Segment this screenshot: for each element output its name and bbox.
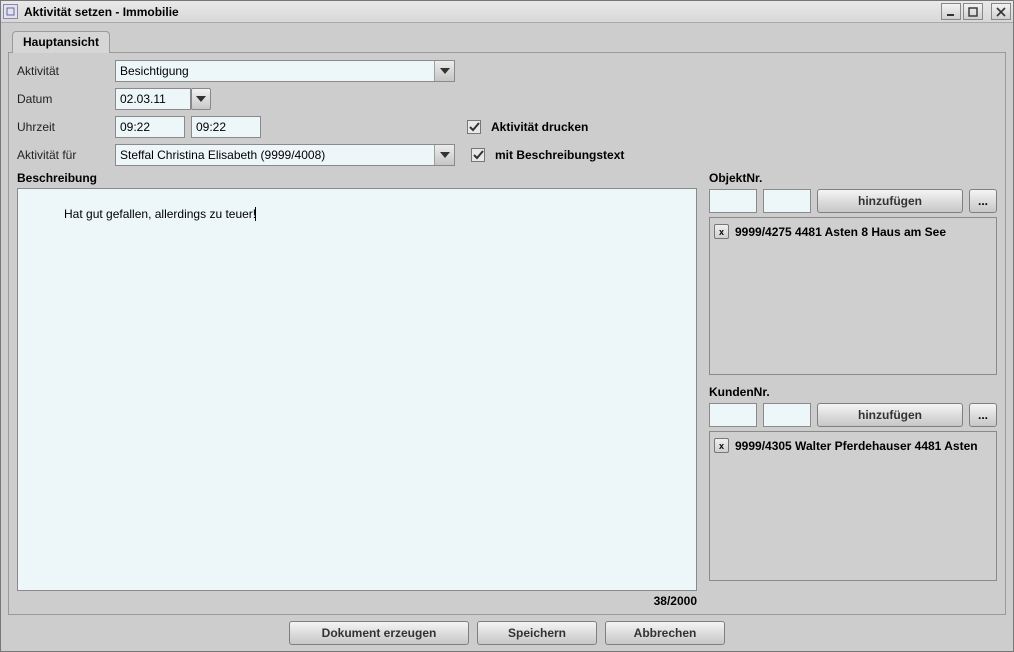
titlebar: Aktivität setzen - Immobilie xyxy=(1,1,1013,23)
window-title: Aktivität setzen - Immobilie xyxy=(24,5,941,19)
row-aktivitaet-fuer: Aktivität für Steffal Christina Elisabet… xyxy=(17,143,997,167)
x-icon: x xyxy=(719,227,724,237)
objekt-hinzufuegen-button[interactable]: hinzufügen xyxy=(817,189,963,213)
aktivitaet-value: Besichtigung xyxy=(120,64,189,78)
checkbox-drucken[interactable] xyxy=(467,120,481,134)
tab-hauptansicht[interactable]: Hauptansicht xyxy=(12,31,110,53)
remove-item-button[interactable]: x xyxy=(714,438,729,453)
form-area: Aktivität Besichtigung Datum xyxy=(17,59,997,167)
list-item-text: 9999/4305 Walter Pferdehauser 4481 Asten xyxy=(735,439,978,453)
list-item-text: 9999/4275 4481 Asten 8 Haus am See xyxy=(735,225,946,239)
dokument-erzeugen-button[interactable]: Dokument erzeugen xyxy=(289,621,469,645)
tabstrip: Hauptansicht xyxy=(8,31,1006,53)
aktivitaet-fuer-dropdown[interactable]: Steffal Christina Elisabeth (9999/4008) xyxy=(115,144,455,166)
client-area: Hauptansicht Aktivität Besichtigung Datu… xyxy=(1,23,1013,651)
uhrzeit-from-input[interactable] xyxy=(115,116,185,138)
kunden-listbox[interactable]: x 9999/4305 Walter Pferdehauser 4481 Ast… xyxy=(709,431,997,581)
label-beschreibung: Beschreibung xyxy=(17,171,697,185)
objekt-num2-input[interactable] xyxy=(763,189,811,213)
chevron-down-icon[interactable] xyxy=(434,145,454,165)
objekt-num1-input[interactable] xyxy=(709,189,757,213)
aktivitaet-dropdown[interactable]: Besichtigung xyxy=(115,60,455,82)
columns: Beschreibung Hat gut gefallen, allerding… xyxy=(17,171,997,608)
label-datum: Datum xyxy=(17,92,109,106)
kunden-hinzufuegen-button[interactable]: hinzufügen xyxy=(817,403,963,427)
close-button[interactable] xyxy=(991,3,1011,20)
abbrechen-button[interactable]: Abbrechen xyxy=(605,621,725,645)
chevron-down-icon[interactable] xyxy=(434,61,454,81)
label-drucken: Aktivität drucken xyxy=(491,120,588,134)
row-uhrzeit: Uhrzeit Aktivität drucken xyxy=(17,115,997,139)
datum-field[interactable] xyxy=(115,88,211,110)
kunden-num2-input[interactable] xyxy=(763,403,811,427)
row-datum: Datum xyxy=(17,87,997,111)
label-aktivitaet-fuer: Aktivität für xyxy=(17,148,109,162)
uhrzeit-to-input[interactable] xyxy=(191,116,261,138)
datum-dropdown-button[interactable] xyxy=(191,88,211,110)
text-cursor xyxy=(255,207,256,221)
list-item[interactable]: x 9999/4275 4481 Asten 8 Haus am See xyxy=(714,222,992,241)
x-icon: x xyxy=(719,441,724,451)
kunden-num1-input[interactable] xyxy=(709,403,757,427)
label-kundennr: KundenNr. xyxy=(709,385,997,399)
checkbox-beschreibungstext[interactable] xyxy=(471,148,485,162)
kunden-browse-button[interactable]: ... xyxy=(969,403,997,427)
window: Aktivität setzen - Immobilie Hauptansich… xyxy=(0,0,1014,652)
app-icon xyxy=(3,4,18,19)
remove-item-button[interactable]: x xyxy=(714,224,729,239)
objekt-add-row: hinzufügen ... xyxy=(709,189,997,213)
kunden-add-row: hinzufügen ... xyxy=(709,403,997,427)
datum-input[interactable] xyxy=(115,88,191,110)
column-right: ObjektNr. hinzufügen ... x 9999/4275 448… xyxy=(709,171,997,608)
objekt-browse-button[interactable]: ... xyxy=(969,189,997,213)
minimize-button[interactable] xyxy=(941,3,961,20)
window-controls xyxy=(941,3,1011,20)
aktivitaet-fuer-value: Steffal Christina Elisabeth (9999/4008) xyxy=(120,148,325,162)
footer-buttons: Dokument erzeugen Speichern Abbrechen xyxy=(8,615,1006,647)
label-beschreibungstext: mit Beschreibungstext xyxy=(495,148,624,162)
beschreibung-text: Hat gut gefallen, allerdings zu teuer! xyxy=(64,207,256,221)
column-left: Beschreibung Hat gut gefallen, allerding… xyxy=(17,171,697,608)
beschreibung-textarea[interactable]: Hat gut gefallen, allerdings zu teuer! xyxy=(17,188,697,591)
speichern-button[interactable]: Speichern xyxy=(477,621,597,645)
label-uhrzeit: Uhrzeit xyxy=(17,120,109,134)
maximize-button[interactable] xyxy=(963,3,983,20)
label-aktivitaet: Aktivität xyxy=(17,64,109,78)
main-panel: Aktivität Besichtigung Datum xyxy=(8,52,1006,615)
label-objektnr: ObjektNr. xyxy=(709,171,997,185)
list-item[interactable]: x 9999/4305 Walter Pferdehauser 4481 Ast… xyxy=(714,436,992,455)
char-counter: 38/2000 xyxy=(17,594,697,608)
objekt-listbox[interactable]: x 9999/4275 4481 Asten 8 Haus am See xyxy=(709,217,997,375)
row-aktivitaet: Aktivität Besichtigung xyxy=(17,59,997,83)
